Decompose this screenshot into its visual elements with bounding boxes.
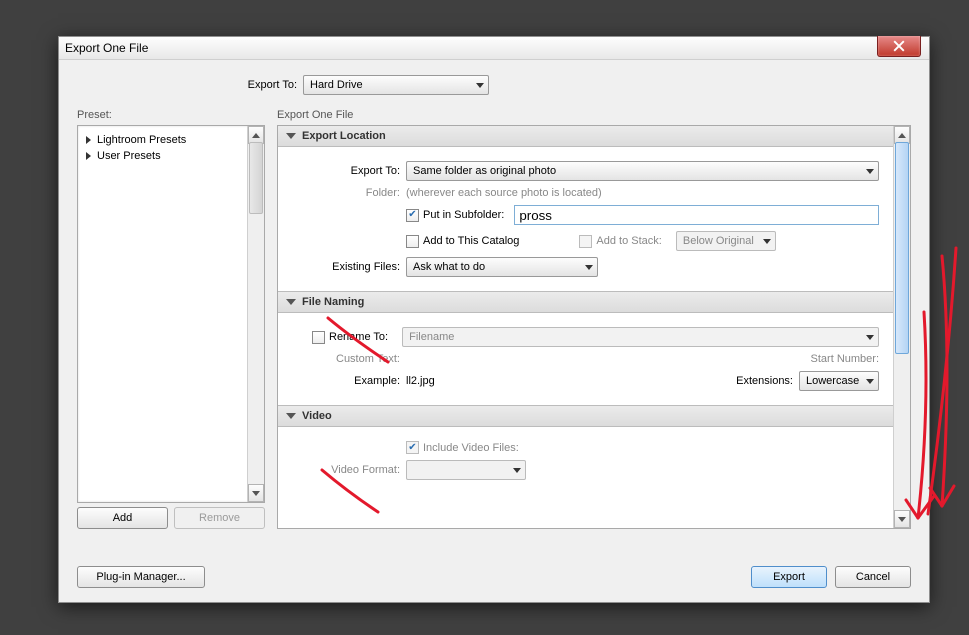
chevron-down-icon bbox=[866, 379, 874, 384]
add-to-stack-checkbox bbox=[579, 235, 592, 248]
stack-position-select: Below Original bbox=[676, 231, 776, 251]
chevron-down-icon bbox=[866, 335, 874, 340]
add-preset-button[interactable]: Add bbox=[77, 507, 168, 529]
triangle-right-icon bbox=[86, 152, 91, 160]
add-to-catalog-label: Add to This Catalog bbox=[423, 235, 519, 247]
put-in-subfolder-checkbox[interactable] bbox=[406, 209, 419, 222]
chevron-down-icon bbox=[513, 468, 521, 473]
columns: Preset: Lightroom Presets User Presets bbox=[77, 109, 911, 529]
settings-scrollbar[interactable] bbox=[893, 126, 910, 528]
triangle-right-icon bbox=[86, 136, 91, 144]
preset-label: Preset: bbox=[77, 109, 265, 121]
plugin-manager-button[interactable]: Plug-in Manager... bbox=[77, 566, 205, 588]
settings-scroll: Export Location Export To: Same folder a… bbox=[277, 125, 911, 529]
export-location-select[interactable]: Same folder as original photo bbox=[406, 161, 879, 181]
chevron-down-icon bbox=[476, 83, 484, 88]
extensions-label: Extensions: bbox=[736, 375, 793, 387]
section-header-file-naming[interactable]: File Naming bbox=[278, 291, 893, 313]
example-label: Example: bbox=[292, 375, 400, 387]
section-video: Include Video Files: Video Format: bbox=[278, 427, 893, 494]
include-video-checkbox bbox=[406, 441, 419, 454]
dialog-title: Export One File bbox=[65, 41, 148, 55]
preset-panel: Preset: Lightroom Presets User Presets bbox=[77, 109, 265, 529]
close-icon bbox=[893, 40, 905, 52]
existing-files-label: Existing Files: bbox=[292, 261, 400, 273]
extensions-select[interactable]: Lowercase bbox=[799, 371, 879, 391]
rename-template-select: Filename bbox=[402, 327, 879, 347]
scroll-thumb[interactable] bbox=[249, 142, 263, 214]
rename-to-label: Rename To: bbox=[329, 331, 388, 343]
section-export-location: Export To: Same folder as original photo… bbox=[278, 147, 893, 291]
settings-content: Export Location Export To: Same folder a… bbox=[278, 126, 893, 528]
subfolder-input[interactable] bbox=[514, 205, 879, 225]
put-in-subfolder-label: Put in Subfolder: bbox=[423, 209, 504, 221]
export-to-select[interactable]: Hard Drive bbox=[303, 75, 489, 95]
folder-value: (wherever each source photo is located) bbox=[406, 187, 602, 199]
preset-item[interactable]: Lightroom Presets bbox=[82, 132, 260, 148]
settings-label: Export One File bbox=[277, 109, 911, 121]
preset-list[interactable]: Lightroom Presets User Presets bbox=[77, 125, 265, 503]
scroll-down-button[interactable] bbox=[248, 484, 264, 502]
section-header-video[interactable]: Video bbox=[278, 405, 893, 427]
folder-label: Folder: bbox=[292, 187, 400, 199]
titlebar: Export One File bbox=[59, 37, 929, 60]
chevron-down-icon bbox=[866, 169, 874, 174]
scroll-thumb[interactable] bbox=[895, 142, 909, 354]
triangle-down-icon bbox=[286, 299, 296, 305]
start-number-label: Start Number: bbox=[811, 353, 879, 365]
include-video-label: Include Video Files: bbox=[423, 442, 519, 454]
preset-buttons: Add Remove bbox=[77, 507, 265, 529]
export-button[interactable]: Export bbox=[751, 566, 827, 588]
preset-item-label: User Presets bbox=[97, 150, 161, 162]
dialog-footer: Plug-in Manager... Export Cancel bbox=[77, 566, 911, 588]
triangle-down-icon bbox=[286, 133, 296, 139]
remove-preset-button: Remove bbox=[174, 507, 265, 529]
example-value: ll2.jpg bbox=[406, 375, 435, 387]
export-to-value: Hard Drive bbox=[310, 79, 363, 91]
export-to-folder-label: Export To: bbox=[292, 165, 400, 177]
add-to-stack-label: Add to Stack: bbox=[596, 235, 661, 247]
video-format-select bbox=[406, 460, 526, 480]
custom-text-label: Custom Text: bbox=[292, 353, 400, 365]
scroll-down-button[interactable] bbox=[894, 510, 910, 528]
add-to-catalog-checkbox[interactable] bbox=[406, 235, 419, 248]
settings-panel: Export One File Export Location Export T… bbox=[277, 109, 911, 529]
chevron-down-icon bbox=[585, 265, 593, 270]
section-file-naming: Rename To: Filename Custom Text: Start N… bbox=[278, 313, 893, 405]
rename-to-checkbox[interactable] bbox=[312, 331, 325, 344]
existing-files-select[interactable]: Ask what to do bbox=[406, 257, 598, 277]
preset-scrollbar[interactable] bbox=[247, 126, 264, 502]
close-button[interactable] bbox=[877, 36, 921, 57]
triangle-down-icon bbox=[286, 413, 296, 419]
chevron-down-icon bbox=[763, 239, 771, 244]
export-to-row: Export To: Hard Drive bbox=[77, 75, 911, 95]
section-header-export-location[interactable]: Export Location bbox=[278, 126, 893, 147]
preset-item-label: Lightroom Presets bbox=[97, 134, 186, 146]
preset-item[interactable]: User Presets bbox=[82, 148, 260, 164]
export-dialog: Export One File Export To: Hard Drive Pr… bbox=[58, 36, 930, 603]
video-format-label: Video Format: bbox=[292, 464, 400, 476]
export-to-label: Export To: bbox=[225, 79, 297, 91]
dialog-body: Export To: Hard Drive Preset: Lightroom … bbox=[59, 59, 929, 602]
cancel-button[interactable]: Cancel bbox=[835, 566, 911, 588]
